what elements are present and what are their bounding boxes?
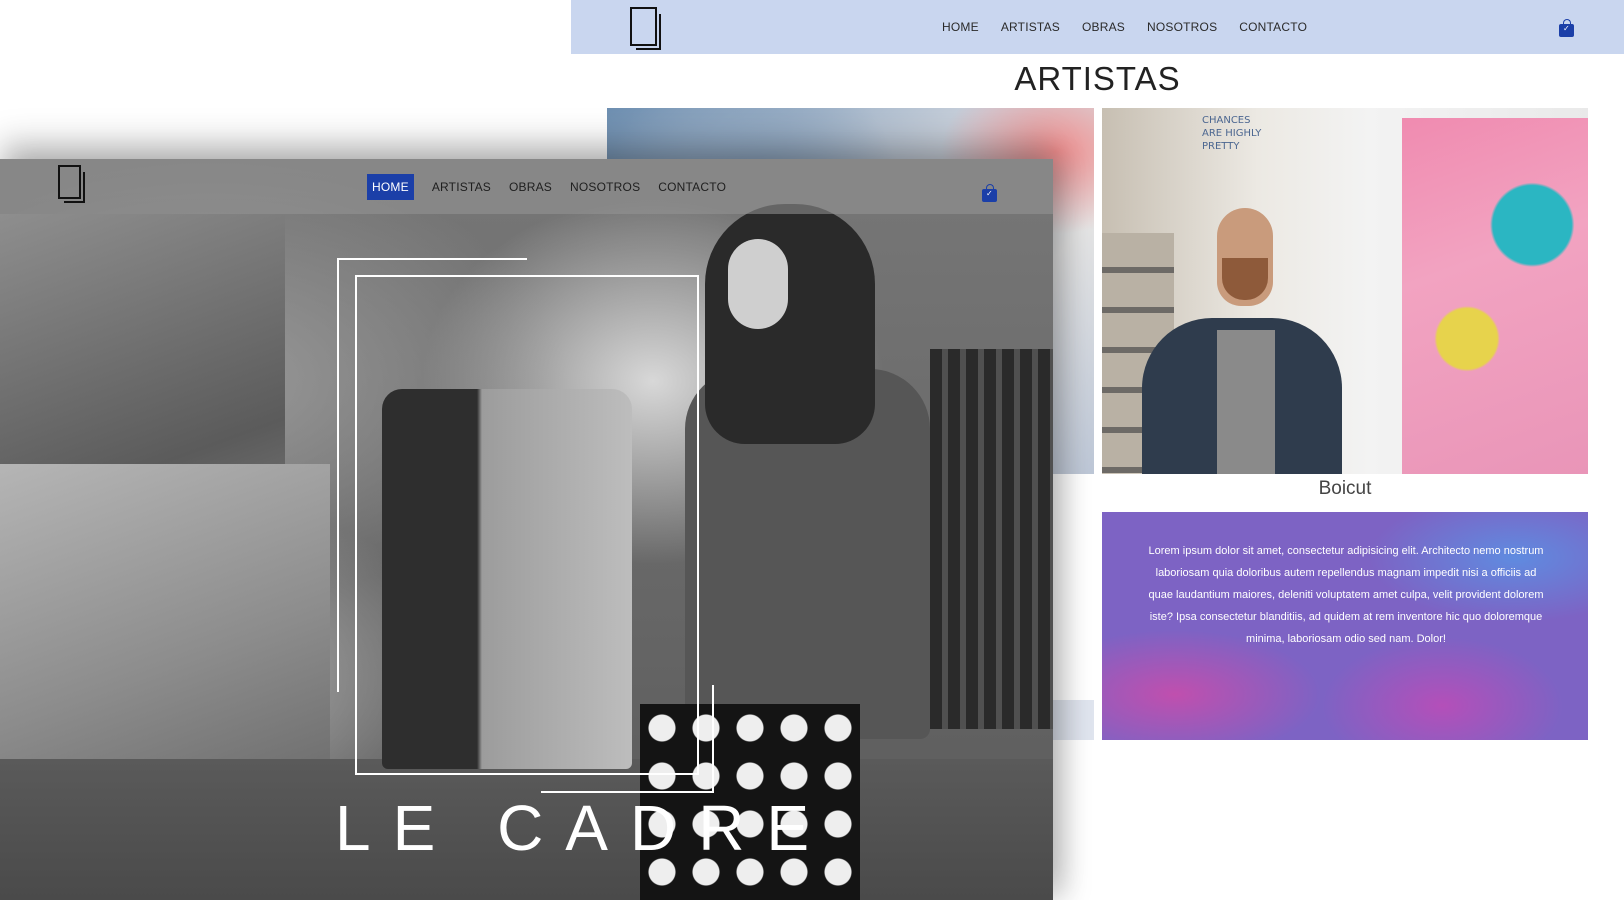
home-page-window: HOME ARTISTAS OBRAS NOSOTROS CONTACTO LE… — [0, 159, 1053, 900]
mural-painting — [1402, 118, 1588, 474]
artist-shirt — [1217, 330, 1275, 474]
nav-artistas[interactable]: ARTISTAS — [1001, 20, 1060, 34]
shopping-bag-icon[interactable] — [982, 184, 997, 202]
artist-photo-boicut[interactable]: CHANCES ARE HIGHLY PRETTY — [1102, 108, 1588, 474]
main-nav: HOME ARTISTAS OBRAS NOSOTROS CONTACTO — [367, 174, 726, 200]
brand-frame-line — [337, 258, 527, 260]
nav-nosotros[interactable]: NOSOTROS — [570, 180, 640, 194]
hero-clothes-rack — [930, 349, 1053, 729]
nav-obras[interactable]: OBRAS — [1082, 20, 1125, 34]
nav-nosotros[interactable]: NOSOTROS — [1147, 20, 1217, 34]
nav-home[interactable]: HOME — [367, 174, 414, 200]
brand-frame-line — [337, 258, 339, 692]
hero-woman-hair — [705, 204, 875, 444]
brand-frame-inner — [355, 275, 699, 775]
main-nav: HOME ARTISTAS OBRAS NOSOTROS CONTACTO — [942, 20, 1307, 34]
nav-contacto[interactable]: CONTACTO — [658, 180, 726, 194]
artist-bio-card: Lorem ipsum dolor sit amet, consectetur … — [1102, 512, 1588, 740]
nav-obras[interactable]: OBRAS — [509, 180, 552, 194]
header-bar: HOME ARTISTAS OBRAS NOSOTROS CONTACTO — [571, 0, 1624, 54]
header-bar: HOME ARTISTAS OBRAS NOSOTROS CONTACTO — [0, 159, 1053, 214]
page-title: ARTISTAS — [1014, 60, 1181, 97]
hero-painting-bottom — [0, 464, 330, 784]
nav-contacto[interactable]: CONTACTO — [1239, 20, 1307, 34]
frame-logo-icon[interactable] — [630, 7, 661, 50]
frame-logo-icon[interactable] — [58, 165, 85, 203]
nav-artistas[interactable]: ARTISTAS — [432, 180, 491, 194]
shopping-bag-icon[interactable] — [1559, 19, 1574, 37]
wall-text: CHANCES ARE HIGHLY PRETTY — [1202, 115, 1262, 152]
brand-title: LE CADRE — [335, 792, 832, 864]
artist-name: Boicut — [1318, 478, 1372, 499]
brand-frame-line — [712, 685, 714, 793]
hero-woman-face — [728, 239, 788, 329]
artist-beard — [1222, 258, 1268, 300]
nav-home[interactable]: HOME — [942, 20, 979, 34]
artist-bio-text: Lorem ipsum dolor sit amet, consectetur … — [1148, 545, 1544, 645]
